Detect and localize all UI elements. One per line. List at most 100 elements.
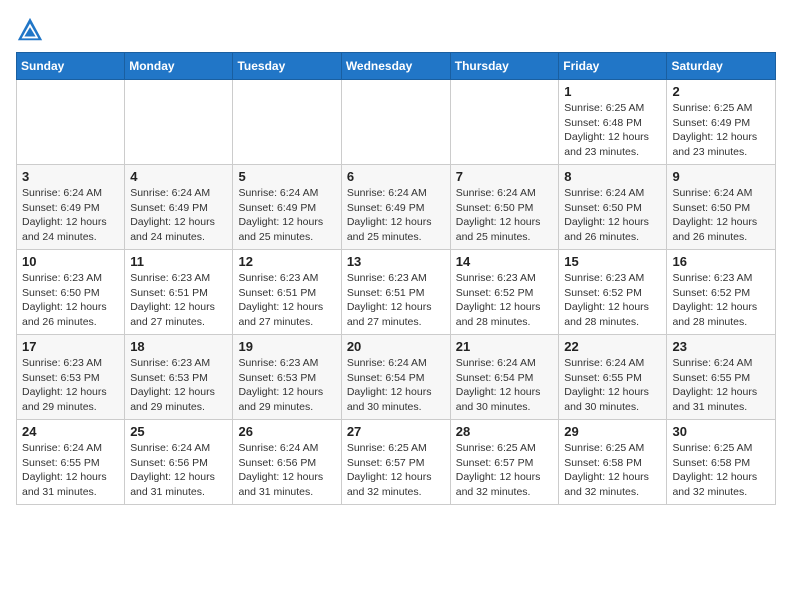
calendar-cell: 25 Sunrise: 6:24 AMSunset: 6:56 PMDayligh… (125, 420, 233, 505)
calendar-cell: 22 Sunrise: 6:24 AMSunset: 6:55 PMDayligh… (559, 335, 667, 420)
weekday-header: Saturday (667, 53, 776, 80)
calendar-week-row: 10 Sunrise: 6:23 AMSunset: 6:50 PMDayligh… (17, 250, 776, 335)
day-number: 25 (130, 424, 227, 439)
day-info: Sunrise: 6:24 AMSunset: 6:56 PMDaylight:… (130, 441, 227, 500)
calendar-cell: 29 Sunrise: 6:25 AMSunset: 6:58 PMDayligh… (559, 420, 667, 505)
calendar-cell: 5Sunrise: 6:24 AMSunset: 6:49 PMDaylight… (233, 165, 341, 250)
day-info: Sunrise: 6:24 AMSunset: 6:50 PMDaylight:… (672, 186, 770, 245)
weekday-header: Monday (125, 53, 233, 80)
day-number: 20 (347, 339, 445, 354)
day-number: 22 (564, 339, 661, 354)
day-info: Sunrise: 6:25 AMSunset: 6:57 PMDaylight:… (456, 441, 554, 500)
calendar-cell: 28 Sunrise: 6:25 AMSunset: 6:57 PMDayligh… (450, 420, 559, 505)
day-number: 24 (22, 424, 119, 439)
weekday-header: Wednesday (341, 53, 450, 80)
day-info: Sunrise: 6:24 AMSunset: 6:56 PMDaylight:… (238, 441, 335, 500)
calendar-cell: 26 Sunrise: 6:24 AMSunset: 6:56 PMDayligh… (233, 420, 341, 505)
day-number: 10 (22, 254, 119, 269)
calendar-week-row: 1Sunrise: 6:25 AMSunset: 6:48 PMDaylight… (17, 80, 776, 165)
day-number: 17 (22, 339, 119, 354)
calendar-cell: 24 Sunrise: 6:24 AMSunset: 6:55 PMDayligh… (17, 420, 125, 505)
calendar-body: 1Sunrise: 6:25 AMSunset: 6:48 PMDaylight… (17, 80, 776, 505)
day-number: 12 (238, 254, 335, 269)
calendar-cell: 27 Sunrise: 6:25 AMSunset: 6:57 PMDayligh… (341, 420, 450, 505)
calendar-cell: 17Sunrise: 6:23 AMSunset: 6:53 PMDayligh… (17, 335, 125, 420)
day-number: 29 (564, 424, 661, 439)
day-info: Sunrise: 6:23 AMSunset: 6:53 PMDaylight:… (130, 356, 227, 415)
calendar-cell: 21 Sunrise: 6:24 AMSunset: 6:54 PMDayligh… (450, 335, 559, 420)
day-number: 23 (672, 339, 770, 354)
calendar-cell (450, 80, 559, 165)
calendar-header: SundayMondayTuesdayWednesdayThursdayFrid… (17, 53, 776, 80)
day-number: 7 (456, 169, 554, 184)
day-info: Sunrise: 6:24 AMSunset: 6:55 PMDaylight:… (672, 356, 770, 415)
day-info: Sunrise: 6:23 AMSunset: 6:51 PMDaylight:… (238, 271, 335, 330)
day-number: 5 (238, 169, 335, 184)
day-info: Sunrise: 6:23 AMSunset: 6:52 PMDaylight:… (564, 271, 661, 330)
calendar-cell: 23 Sunrise: 6:24 AMSunset: 6:55 PMDayligh… (667, 335, 776, 420)
day-number: 30 (672, 424, 770, 439)
logo-icon (16, 16, 44, 44)
day-number: 28 (456, 424, 554, 439)
calendar-cell: 15 Sunrise: 6:23 AMSunset: 6:52 PMDayligh… (559, 250, 667, 335)
calendar-cell: 8 Sunrise: 6:24 AMSunset: 6:50 PMDaylight… (559, 165, 667, 250)
day-info: Sunrise: 6:24 AMSunset: 6:55 PMDaylight:… (22, 441, 119, 500)
calendar-cell: 12 Sunrise: 6:23 AMSunset: 6:51 PMDayligh… (233, 250, 341, 335)
day-info: Sunrise: 6:25 AMSunset: 6:57 PMDaylight:… (347, 441, 445, 500)
day-info: Sunrise: 6:23 AMSunset: 6:52 PMDaylight:… (456, 271, 554, 330)
day-info: Sunrise: 6:23 AMSunset: 6:50 PMDaylight:… (22, 271, 119, 330)
calendar-cell (233, 80, 341, 165)
day-number: 21 (456, 339, 554, 354)
day-info: Sunrise: 6:24 AMSunset: 6:54 PMDaylight:… (456, 356, 554, 415)
day-number: 6 (347, 169, 445, 184)
day-info: Sunrise: 6:25 AMSunset: 6:58 PMDaylight:… (672, 441, 770, 500)
day-number: 27 (347, 424, 445, 439)
weekday-header: Thursday (450, 53, 559, 80)
day-info: Sunrise: 6:23 AMSunset: 6:51 PMDaylight:… (130, 271, 227, 330)
calendar-cell: 16Sunrise: 6:23 AMSunset: 6:52 PMDayligh… (667, 250, 776, 335)
calendar-cell (125, 80, 233, 165)
calendar-cell: 4 Sunrise: 6:24 AMSunset: 6:49 PMDaylight… (125, 165, 233, 250)
calendar-cell: 7 Sunrise: 6:24 AMSunset: 6:50 PMDaylight… (450, 165, 559, 250)
page-header (16, 16, 776, 44)
logo (16, 16, 48, 44)
calendar-cell: 11 Sunrise: 6:23 AMSunset: 6:51 PMDayligh… (125, 250, 233, 335)
day-number: 15 (564, 254, 661, 269)
calendar-cell: 10 Sunrise: 6:23 AMSunset: 6:50 PMDayligh… (17, 250, 125, 335)
day-info: Sunrise: 6:25 AMSunset: 6:49 PMDaylight:… (672, 101, 770, 160)
day-info: Sunrise: 6:23 AMSunset: 6:52 PMDaylight:… (672, 271, 770, 330)
day-number: 13 (347, 254, 445, 269)
calendar-week-row: 24 Sunrise: 6:24 AMSunset: 6:55 PMDayligh… (17, 420, 776, 505)
day-number: 3 (22, 169, 119, 184)
calendar-cell: 1Sunrise: 6:25 AMSunset: 6:48 PMDaylight… (559, 80, 667, 165)
day-info: Sunrise: 6:24 AMSunset: 6:55 PMDaylight:… (564, 356, 661, 415)
weekday-header: Friday (559, 53, 667, 80)
calendar-week-row: 17 Sunrise: 6:23 AMSunset: 6:53 PMDayligh… (17, 335, 776, 420)
day-number: 14 (456, 254, 554, 269)
day-info: Sunrise: 6:24 AMSunset: 6:49 PMDaylight:… (347, 186, 445, 245)
day-info: Sunrise: 6:25 AMSunset: 6:58 PMDaylight:… (564, 441, 661, 500)
day-number: 26 (238, 424, 335, 439)
calendar-cell: 14 Sunrise: 6:23 AMSunset: 6:52 PMDayligh… (450, 250, 559, 335)
day-number: 19 (238, 339, 335, 354)
day-number: 9 (672, 169, 770, 184)
calendar-cell: 13 Sunrise: 6:23 AMSunset: 6:51 PMDayligh… (341, 250, 450, 335)
calendar-cell: 30 Sunrise: 6:25 AMSunset: 6:58 PMDayligh… (667, 420, 776, 505)
calendar-cell: 2Sunrise: 6:25 AMSunset: 6:49 PMDaylight… (667, 80, 776, 165)
day-info: Sunrise: 6:24 AMSunset: 6:49 PMDaylight:… (130, 186, 227, 245)
day-info: Sunrise: 6:23 AMSunset: 6:51 PMDaylight:… (347, 271, 445, 330)
calendar-table: SundayMondayTuesdayWednesdayThursdayFrid… (16, 52, 776, 505)
calendar-cell (341, 80, 450, 165)
day-info: Sunrise: 6:24 AMSunset: 6:50 PMDaylight:… (456, 186, 554, 245)
calendar-cell (17, 80, 125, 165)
day-number: 11 (130, 254, 227, 269)
calendar-cell: 6 Sunrise: 6:24 AMSunset: 6:49 PMDaylight… (341, 165, 450, 250)
day-number: 4 (130, 169, 227, 184)
calendar-cell: 18Sunrise: 6:23 AMSunset: 6:53 PMDayligh… (125, 335, 233, 420)
day-number: 1 (564, 84, 661, 99)
day-info: Sunrise: 6:24 AMSunset: 6:50 PMDaylight:… (564, 186, 661, 245)
calendar-cell: 19 Sunrise: 6:23 AMSunset: 6:53 PMDayligh… (233, 335, 341, 420)
day-info: Sunrise: 6:23 AMSunset: 6:53 PMDaylight:… (238, 356, 335, 415)
weekday-header: Sunday (17, 53, 125, 80)
day-number: 8 (564, 169, 661, 184)
